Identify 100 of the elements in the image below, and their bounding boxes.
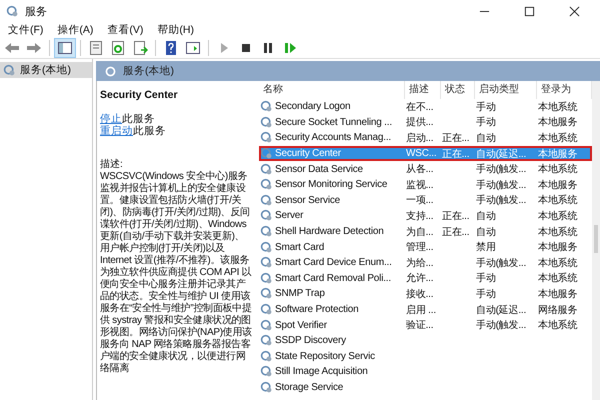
menu-item[interactable]: 操作(A) [57,23,94,37]
table-cell-text: 一项... [405,194,434,208]
table-row[interactable]: Smart Card Removal Poli... 允许... 手动 本地系统 [259,270,592,286]
table-cell: Server [275,210,304,222]
action-link[interactable]: 停止 [100,113,122,125]
table-cell-text: 本地系统 [537,226,578,239]
table-row[interactable]: Shell Hardware Detection 为自... 正在... 自动 本地系统 [259,224,592,240]
table-cell-text: 手动(触发... [475,318,528,332]
table-cell: Sensor Data Service [275,164,363,175]
menu-item[interactable]: 文件(F) [8,23,44,37]
table-row[interactable]: Smart Card Device Enum... 为给... 手动(触发... 本地系统 [259,254,592,271]
pane-icon[interactable] [183,39,203,57]
table-cell-text: 手动 [475,272,497,286]
column-header[interactable]: 启动类型 [475,81,537,99]
table-row[interactable]: Spot Verifier 验证... 手动(触发... 本地系统 [259,317,592,333]
table-row[interactable]: Sensor Data Service 从各... 手动(触发... 本地系统 [259,161,592,177]
action-text: 此服务 [122,113,155,125]
description-label: 描述: [100,159,124,171]
table-cell: SNMP Trap [275,288,325,300]
table-row[interactable]: State Repository Servic [259,348,592,364]
table-cell-text: 自动(延迟... [475,304,528,317]
table-cell-text: 接收... [405,288,434,301]
table-cell-text: 本地系统 [537,194,578,208]
table-cell-text: 为给... [405,256,434,270]
table-row[interactable]: SNMP Trap 接收... 手动 本地服务 [259,286,592,302]
table-cell: Security Accounts Manag... [275,132,391,144]
table-cell-text: 自动(延迟... [475,148,528,161]
table-cell: Smart Card Device Enum... [275,257,392,268]
table-row[interactable]: Server 支持... 正在... 自动 本地系统 [259,208,592,224]
table-cell-text: 网络服务 [537,304,578,317]
table-cell-text: 本地系统 [537,162,578,176]
scrollbar[interactable] [592,81,600,400]
table-row[interactable]: Smart Card 管理... 禁用 本地服务 [259,239,592,255]
table-cell-text: 正在... [441,132,470,145]
column-header[interactable]: 状态 [441,81,475,99]
table-cell: Spot Verifier [275,320,327,331]
table-cell: Secure Socket Tunneling ... [275,116,392,128]
table-cell-text: 提供... [405,116,434,130]
table-cell-text: 手动(触发... [475,178,528,192]
table-cell-text: 验证... [405,319,434,332]
table-row[interactable]: Security Accounts Manag... 启动... 正在... 自动 本地系统 [259,130,592,146]
tree-item[interactable]: 服务(本地) [0,62,92,78]
table-cell-text: 手动(触发... [475,194,528,208]
maximize-icon[interactable] [524,6,535,16]
table-cell-text: 手动(触发... [475,162,528,176]
table-cell-text: 手动 [475,100,497,114]
table-cell: SSDP Discovery [275,335,346,346]
action-link[interactable]: 重启动 [100,125,133,137]
table-cell-text: 本地系统 [537,272,578,286]
tree-icon[interactable] [55,39,75,57]
table-cell-text: 支持... [405,210,434,223]
table-cell-text: 正在... [441,210,470,223]
table-cell-text: 本地系统 [537,256,578,270]
table-cell-text: 本地系统 [537,318,578,332]
table-cell: Secondary Logon [275,101,350,112]
table-cell-text: 在不... [405,100,434,114]
menu-item[interactable]: 查看(V) [107,23,144,37]
table-cell-text: 本地服务 [537,240,578,254]
table-cell-text: 本地服务 [537,178,578,192]
action-text: 此服务 [133,125,166,137]
table-cell-text: 本地服务 [537,148,578,161]
column-header[interactable]: 描述 [405,81,441,99]
table-cell-text: 管理... [405,241,434,254]
table-cell-text: 禁用 [475,240,497,254]
table-row[interactable]: Software Protection 启用 ... 自动(延迟... 网络服务 [259,302,592,318]
table-cell: Shell Hardware Detection [275,226,384,238]
table-cell: Sensor Service [275,194,340,206]
table-cell-text: 正在... [441,148,470,161]
table-cell-text: 自动 [475,132,497,145]
pane-header: 服务(本地) [96,61,600,81]
table-cell: Security Center [275,148,341,160]
table-cell-text: 自动 [475,226,497,239]
table-row[interactable]: Sensor Monitoring Service 监视... 手动(触发... 本地服务 [259,176,592,193]
description-text: WSCSVC(Windows 安全中心)服务监视并报告计算机上的安全健康设置。健康设置包括防火墙(打开/关闭)、防病毒(打开/关闭/过期)、反间谍软件(打开/关闭/过期)、Windows 更新(自动/手动下载并安装更新)、用户帐户控制(打开/关闭)以及 Internet 设置(推荐/不推荐)。该服务为独立软件供应商提供 COM API 以便向安全中心服务注册并记录其产品的状态。安全性与维护 UI 使用该服务在“安全性与维护”控制面板中提供 systray 警报和安全健康状况的图形视图。网络访问保护(NAP)使用该服务向 NAP 网络策略服务器报告客户端的安全健康状况，以便进行网络隔离 [100,171,253,375]
table-cell-text: 自动 [475,210,497,223]
table-cell-text: 启用 ... [405,304,437,317]
table-cell-text: 本地系统 [537,132,578,145]
table-cell: Smart Card Removal Poli... [275,272,391,284]
table-cell-text: 本地系统 [537,210,578,223]
table-row[interactable]: Sensor Service 一项... 手动(触发... 本地系统 [259,192,592,208]
close-icon[interactable] [569,6,580,16]
table-cell-text: 启动... [405,132,434,145]
table-row[interactable]: Storage Service [259,380,592,396]
table-cell: Storage Service [275,382,344,393]
table-row[interactable]: Secondary Logon 在不... 手动 本地系统 [259,99,592,115]
table-row[interactable]: SSDP Discovery [259,332,592,348]
table-row[interactable]: Secure Socket Tunneling ... 提供... 手动 本地服务 [259,114,592,130]
service-title: Security Center [100,89,179,101]
table-cell-text: 本地服务 [537,288,578,301]
table-cell: Sensor Monitoring Service [275,179,388,190]
table-row[interactable]: Still Image Acquisition [259,364,592,380]
table-cell: Still Image Acquisition [275,366,368,378]
column-header[interactable]: 名称 [259,81,405,99]
table-cell-text: 从各... [405,162,434,176]
table-cell: Software Protection [275,304,358,316]
table-cell: Smart Card [275,242,324,253]
menu-item[interactable]: 帮助(H) [157,23,194,37]
window-title: 服务 [25,4,47,18]
table-cell: State Repository Servic [275,350,375,362]
table-cell-text: 监视... [405,178,434,192]
